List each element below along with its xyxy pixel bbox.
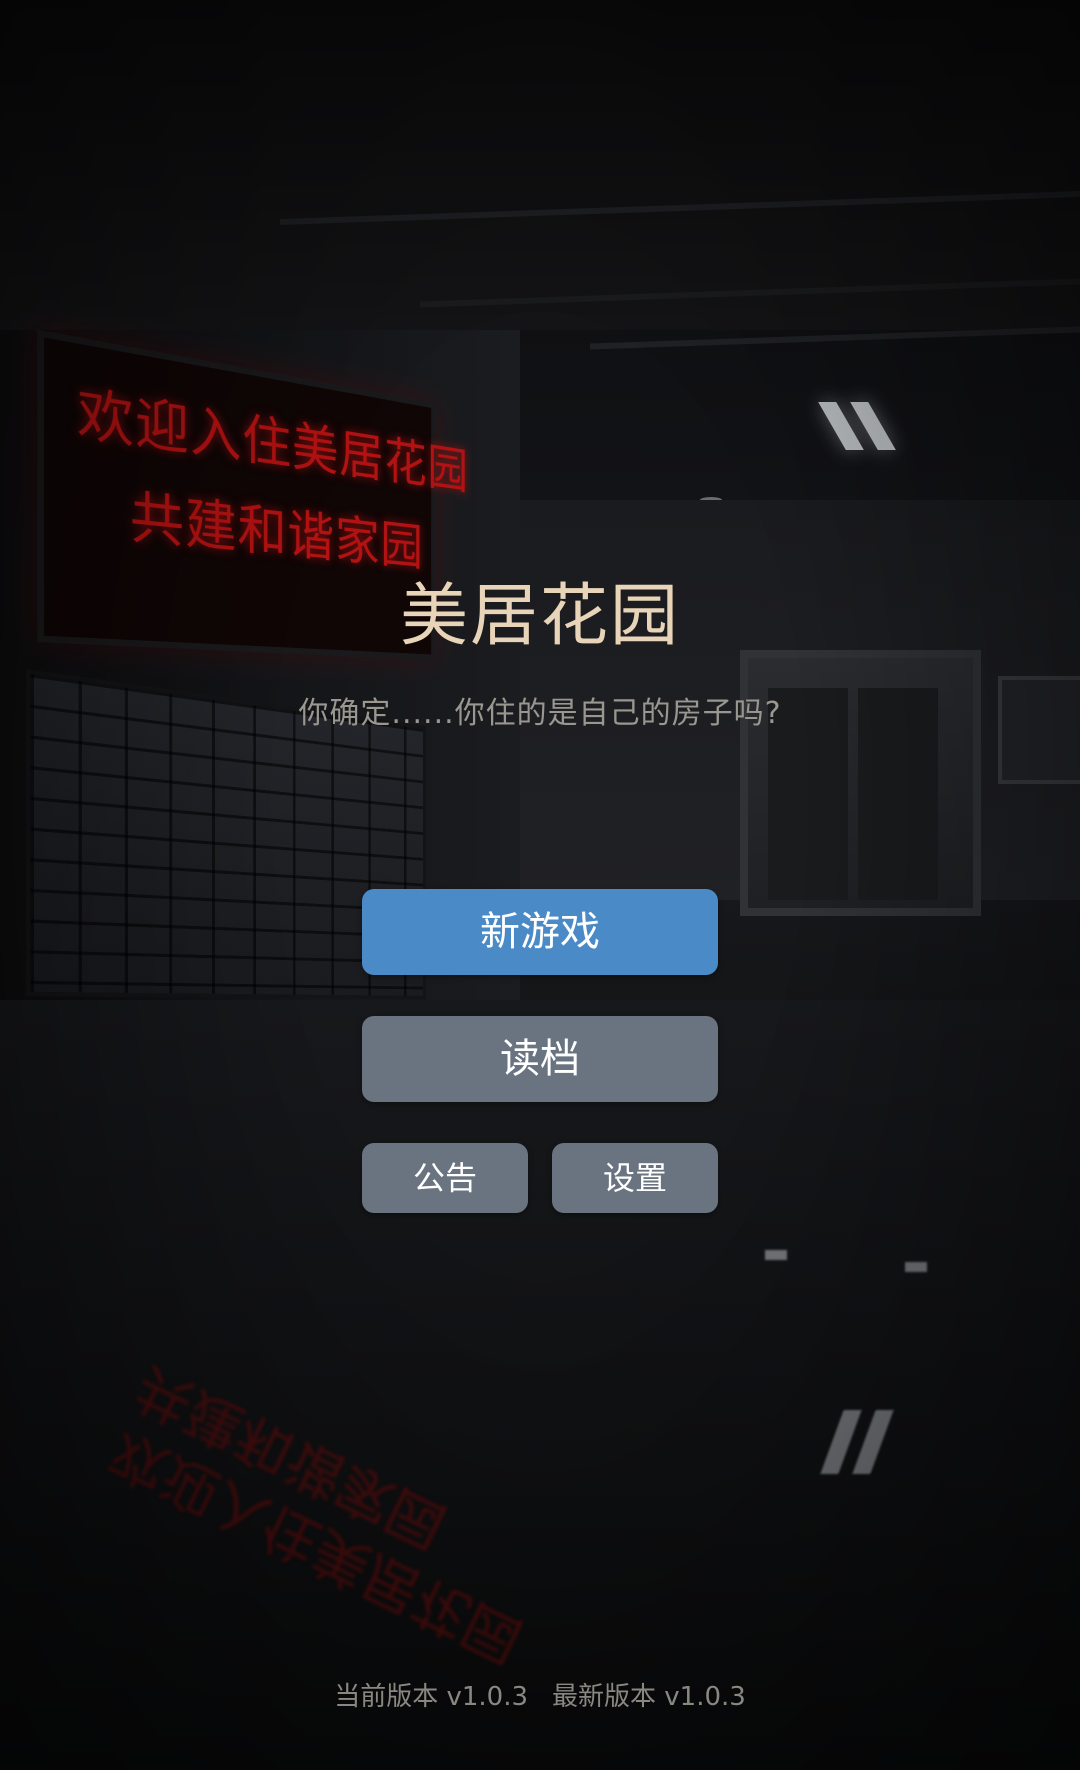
light-reflection — [905, 1262, 927, 1272]
latest-version-label: 最新版本 v1.0.3 — [552, 1682, 746, 1712]
version-info: 当前版本 v1.0.3 最新版本 v1.0.3 — [0, 1676, 1080, 1713]
light-reflection — [765, 1250, 787, 1260]
game-title-text: 美居花园 — [399, 577, 680, 656]
ceiling — [0, 0, 1080, 330]
new-game-button[interactable]: 新游戏 — [362, 889, 718, 975]
load-game-button[interactable]: 读档 — [362, 1016, 718, 1102]
title-screen: 欢迎入住美居花园 共建和谐家园 共建和谐家园 欢迎入住美居花园 美居花园 你确定… — [0, 0, 1080, 1770]
current-version-label: 当前版本 v1.0.3 — [334, 1682, 528, 1712]
announcement-button[interactable]: 公告 — [362, 1143, 528, 1213]
game-title: 美居花园 — [0, 560, 1080, 659]
settings-button[interactable]: 设置 — [552, 1143, 718, 1213]
game-tagline: 你确定......你住的是自己的房子吗? — [298, 696, 782, 731]
